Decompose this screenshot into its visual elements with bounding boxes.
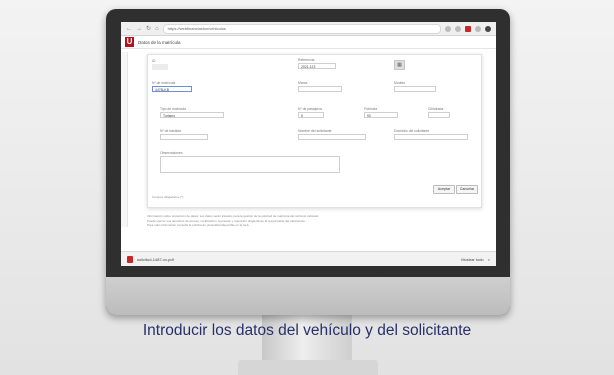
reference-field: Referencia 2021-123 [298, 58, 336, 69]
video-caption: Introducir los datos del vehículo y del … [142, 322, 472, 339]
pdf-file-icon [127, 255, 133, 263]
model-field: Modelo [394, 81, 436, 92]
calendar-button[interactable]: ▦ [394, 60, 405, 70]
address-select[interactable] [394, 134, 468, 140]
dialog-title: Datos de la matrícula [138, 39, 181, 45]
power-label: Potencia [364, 107, 378, 111]
plate-input[interactable]: 4478LKB [152, 86, 192, 92]
reference-input[interactable]: 2021-123 [298, 63, 336, 69]
page-side-panel [121, 52, 128, 227]
monitor-stand-foot [238, 360, 378, 375]
accept-button[interactable]: Aceptar [433, 185, 455, 194]
model-input[interactable] [394, 86, 436, 92]
id-input[interactable] [152, 64, 168, 70]
extension-icon[interactable] [475, 25, 481, 32]
applicant-input[interactable] [298, 134, 366, 140]
profile-avatar[interactable] [485, 25, 491, 32]
browser-toolbar: ← → ↻ ⌂ https://webfinanciacion/vehiculo… [121, 22, 496, 36]
home-icon[interactable]: ⌂ [155, 26, 159, 32]
applicant-label: Nombre del solicitante [298, 129, 332, 133]
displacement-input[interactable] [428, 112, 450, 118]
displacement-field: Cilindrada [428, 107, 450, 118]
reference-label: Referencia [298, 58, 315, 62]
plate-field: Nº de matrícula 4478LKB [152, 81, 192, 92]
reload-icon[interactable]: ↻ [146, 25, 151, 32]
legal-text: Información sobre protección de datos: s… [147, 214, 480, 228]
plate-label: Nº de matrícula [152, 81, 176, 85]
address-field: Domicilio del solicitante [394, 129, 468, 140]
address-label: Domicilio del solicitante [394, 129, 430, 133]
extension-icon[interactable] [465, 25, 471, 32]
type-select[interactable]: Turismo [160, 112, 224, 118]
download-bar: solicitud-1487-xx.pdf Mostrar todo × [121, 251, 496, 266]
notes-field: Observaciones [160, 151, 340, 173]
show-all-downloads-link[interactable]: Mostrar todo [461, 257, 483, 262]
type-label: Tipo de matrícula [160, 107, 187, 111]
brand-label: Marca [298, 81, 308, 85]
extension-icon[interactable] [455, 25, 461, 32]
power-field: Potencia 90 [364, 107, 398, 118]
applicant-field: Nombre del solicitante [298, 129, 366, 140]
vehicle-form-dialog: ID Referencia 2021-123 ▦ Nº de matrícula… [147, 54, 482, 208]
close-icon[interactable]: × [488, 257, 490, 262]
passengers-label: Nº de pasajeros [298, 107, 323, 111]
legal-line: Para más información consulte la polític… [147, 223, 250, 227]
brand-input[interactable] [298, 86, 342, 92]
id-field: ID [152, 59, 192, 70]
app-header: U Datos de la matrícula [121, 36, 496, 49]
chassis-label: Nº de bastidor [160, 129, 182, 133]
model-label: Modelo [394, 81, 406, 85]
id-label: ID [152, 59, 156, 63]
monitor-screen: ← → ↻ ⌂ https://webfinanciacion/vehiculo… [121, 22, 496, 266]
brand-field: Marca [298, 81, 342, 92]
chassis-input[interactable] [160, 134, 208, 140]
notes-label: Observaciones [160, 151, 183, 155]
brand-logo: U [125, 37, 134, 47]
extension-icon[interactable] [445, 25, 451, 32]
displacement-label: Cilindrada [428, 107, 444, 111]
passengers-stepper[interactable]: 5 [298, 112, 324, 118]
notes-textarea[interactable] [160, 156, 340, 173]
chassis-field: Nº de bastidor [160, 129, 208, 140]
passengers-field: Nº de pasajeros 5 [298, 107, 324, 118]
address-bar[interactable]: https://webfinanciacion/vehiculos [162, 23, 441, 34]
download-file-name[interactable]: solicitud-1487-xx.pdf [137, 257, 174, 262]
back-icon[interactable]: ← [126, 26, 132, 32]
required-note: Campos obligatorios (*) [152, 195, 184, 199]
cancel-button[interactable]: Cancelar [456, 185, 478, 194]
address-bar-text: https://webfinanciacion/vehiculos [167, 26, 226, 31]
power-input[interactable]: 90 [364, 112, 398, 118]
type-field: Tipo de matrícula Turismo [160, 107, 224, 118]
forward-icon[interactable]: → [136, 26, 142, 32]
